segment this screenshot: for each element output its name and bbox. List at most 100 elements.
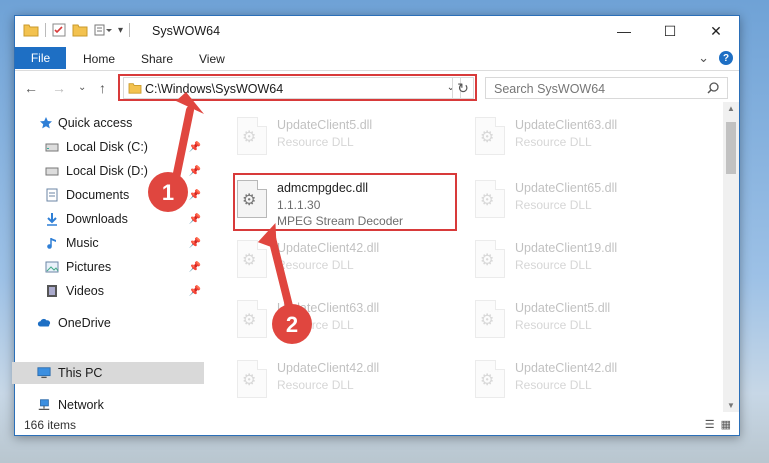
sidebar-item-onedrive[interactable]: OneDrive [15,312,207,334]
sidebar-item-label: Local Disk (C:) [66,140,148,154]
file-list: ⚙ UpdateClient5.dll Resource DLL ⚙ admcm… [225,106,725,414]
star-icon [39,116,53,130]
dll-file-icon: ⚙ [237,240,267,278]
list-item[interactable]: ⚙ UpdateClient42.dll Resource DLL [463,356,683,406]
toolbar-separator [129,23,131,37]
file-description: Resource DLL [515,318,592,332]
sidebar-item-videos[interactable]: Videos 📌 [15,280,207,302]
status-bar: 166 items ☰ ▦ [15,414,739,436]
pin-icon[interactable]: 📌 [189,262,201,273]
sidebar-item-label: Documents [66,188,130,202]
music-icon [45,236,59,250]
up-button[interactable]: ↑ [99,80,106,96]
sidebar-item-local-disk-d[interactable]: Local Disk (D:) 📌 [15,160,207,182]
list-item[interactable]: ⚙ UpdateClient42.dll Resource DLL [225,356,445,406]
file-name: UpdateClient42.dll [277,241,380,255]
file-name: UpdateClient42.dll [277,361,380,375]
new-folder-icon[interactable] [72,23,88,37]
scroll-up-icon[interactable]: ▲ [727,104,735,113]
sidebar-item-label: Pictures [66,260,112,274]
file-name: UpdateClient42.dll [515,361,618,375]
scrollbar-thumb[interactable] [726,122,736,174]
list-item[interactable]: ⚙ UpdateClient42.dll Resource DLL [225,236,445,286]
properties-icon[interactable] [52,23,66,37]
sidebar-item-downloads[interactable]: Downloads 📌 [15,208,207,230]
file-name: UpdateClient63.dll [277,301,380,315]
tab-home[interactable]: Home [83,52,115,66]
pin-icon[interactable]: 📌 [189,166,201,177]
help-icon[interactable]: ? [719,51,733,65]
sidebar-item-quick-access[interactable]: Quick access [15,112,207,134]
pin-icon[interactable]: 📌 [189,190,201,201]
dll-file-icon: ⚙ [475,180,505,218]
maximize-button[interactable]: ☐ [647,16,693,46]
dll-file-icon: ⚙ [475,360,505,398]
explorer-window: ▾ SysWOW64 — ☐ ✕ File Home Share View ⌄ … [12,15,740,436]
sidebar-item-label: OneDrive [58,316,111,330]
download-icon [45,212,59,226]
file-description: Resource DLL [277,135,354,149]
toolbar-dropdown-icon[interactable]: ▾ [118,25,123,36]
sidebar-item-label: This PC [58,366,103,380]
cloud-icon [37,316,51,330]
close-button[interactable]: ✕ [693,16,739,46]
sidebar-item-this-pc[interactable]: This PC [12,362,204,384]
list-item[interactable]: ⚙ UpdateClient5.dll Resource DLL [463,296,683,346]
vertical-scrollbar[interactable]: ▲ ▼ [723,102,739,412]
file-name: UpdateClient63.dll [515,118,618,132]
ribbon-right-controls: ⌄ ? [698,50,733,66]
details-view-icon[interactable]: ☰ [705,418,715,431]
forward-button[interactable]: → [52,80,66,96]
dll-file-icon: ⚙ [475,117,505,155]
window-controls: — ☐ ✕ [601,16,739,46]
dll-file-icon: ⚙ [475,300,505,338]
list-item[interactable]: ⚙ UpdateClient19.dll Resource DLL [463,236,683,286]
search-placeholder: Search SysWOW64 [494,82,606,96]
drive-icon [45,164,59,178]
view-toggle: ☰ ▦ [705,418,731,431]
file-description: Resource DLL [277,318,354,332]
videos-icon [45,284,59,298]
toolbar-separator [45,23,46,37]
recent-locations-button[interactable]: ⌄ [78,82,86,93]
navigation-bar: ← → ⌄ ↑ C:\Windows\SysWOW64 ⌄ ↻ Search S… [15,74,739,102]
list-item[interactable]: ⚙ UpdateClient63.dll Resource DLL [463,113,683,163]
tab-share[interactable]: Share [141,52,173,66]
file-name: UpdateClient5.dll [277,118,373,132]
scroll-down-icon[interactable]: ▼ [727,401,735,410]
file-description: Resource DLL [515,378,592,392]
minimize-button[interactable]: — [601,16,647,46]
list-item[interactable]: ⚙ UpdateClient63.dll Resource DLL [225,296,445,346]
sidebar-item-label: Local Disk (D:) [66,164,148,178]
pin-icon[interactable]: 📌 [189,286,201,297]
dll-file-icon: ⚙ [237,300,267,338]
sidebar-item-documents[interactable]: Documents 📌 [15,184,207,206]
item-count: 166 items [24,418,77,432]
network-icon [37,398,51,412]
customize-toolbar-icon[interactable] [94,23,112,37]
sidebar-item-local-disk-c[interactable]: Local Disk (C:) 📌 [15,136,207,158]
sidebar-item-label: Downloads [66,212,128,226]
sidebar-item-network[interactable]: Network [15,394,207,416]
drive-icon [45,140,59,154]
tab-file[interactable]: File [15,47,66,69]
ribbon-tabs: File Home Share View ⌄ ? [15,46,739,71]
large-icons-view-icon[interactable]: ▦ [721,418,731,431]
list-item[interactable]: ⚙ UpdateClient5.dll Resource DLL [225,113,445,163]
folder-icon [23,24,39,37]
back-button[interactable]: ← [24,80,38,96]
tab-view[interactable]: View [199,52,225,66]
file-name: UpdateClient65.dll [515,181,618,195]
pin-icon[interactable]: 📌 [189,238,201,249]
pin-icon[interactable]: 📌 [189,142,201,153]
file-description: Resource DLL [515,135,592,149]
search-box[interactable]: Search SysWOW64 [485,77,728,99]
file-description: Resource DLL [515,198,592,212]
sidebar-item-music[interactable]: Music 📌 [15,232,207,254]
list-item[interactable]: ⚙ UpdateClient65.dll Resource DLL [463,176,683,226]
pin-icon[interactable]: 📌 [189,214,201,225]
title-bar: ▾ SysWOW64 — ☐ ✕ [15,16,739,46]
expand-ribbon-icon[interactable]: ⌄ [698,50,709,66]
sidebar-item-label: Network [58,398,104,412]
sidebar-item-pictures[interactable]: Pictures 📌 [15,256,207,278]
